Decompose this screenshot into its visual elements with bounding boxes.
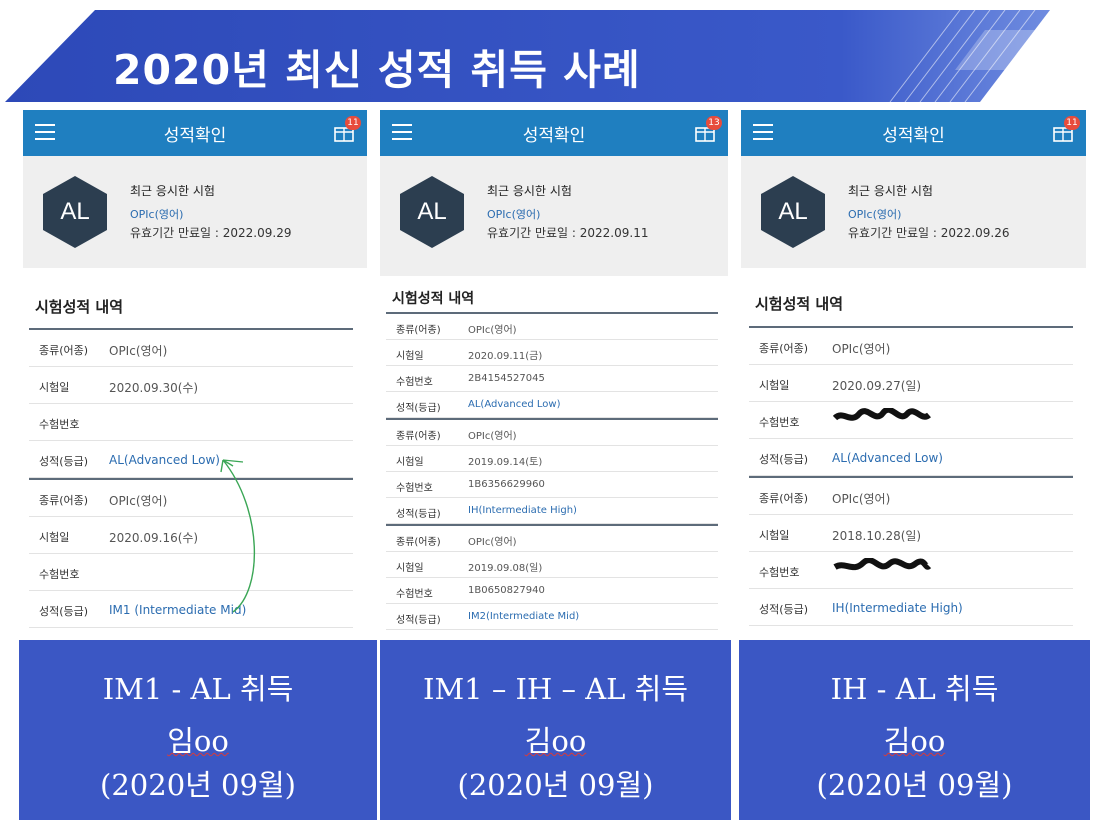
exam-name: OPIc(영어) <box>487 208 541 221</box>
progress-arrow <box>220 459 255 613</box>
table-row: 종류(어종) OPIc(영어) <box>29 330 353 367</box>
caption-date: (2020년 09월) <box>816 768 1013 802</box>
table-row: 성적(등급) AL(Advanced Low) <box>29 441 353 478</box>
redaction-scribble <box>833 408 931 421</box>
table-row: 수험번호 1B0650827940 <box>386 578 718 604</box>
notification-badge: 11 <box>345 116 361 130</box>
app-bar: 성적확인 11 <box>741 110 1086 156</box>
caption-grade-path: IM1 – IH – AL 취득 <box>423 672 688 706</box>
score-panel-2: 성적확인 13 AL 최근 응시한 시험 OPIc(영어) 유효기간 만료일 :… <box>380 110 728 630</box>
table-row: 종류(어종) OPIc(영어) <box>749 478 1073 515</box>
section-title: 시험성적 내역 <box>35 298 124 316</box>
app-bar: 성적확인 11 <box>23 110 367 156</box>
table-row: 시험일 2020.09.16(수) <box>29 517 353 554</box>
profile-card: AL 최근 응시한 시험 OPIc(영어) 유효기간 만료일 : 2022.09… <box>380 156 728 276</box>
notification-badge: 13 <box>706 116 722 130</box>
table-row: 시험일 2020.09.30(수) <box>29 367 353 404</box>
score-history: 종류(어종) OPIc(영어) 시험일 2020.09.11(금) 수험번호 2B41… <box>386 312 718 630</box>
table-row: 성적(등급) AL(Advanced Low) <box>749 439 1073 476</box>
table-row: 종류(어종) OPIc(영어) <box>386 420 718 446</box>
caption-grade-path: IH - AL 취득 <box>830 672 999 706</box>
table-row: 시험일 2018.10.28(일) <box>749 515 1073 552</box>
section-title: 시험성적 내역 <box>392 291 475 307</box>
avatar-grade: AL <box>417 198 447 225</box>
expiry-date: 유효기간 만료일 : 2022.09.29 <box>130 226 292 240</box>
app-bar: 성적확인 13 <box>380 110 728 156</box>
table-row: 종류(어종) OPIc(영어) <box>386 526 718 552</box>
avatar-grade: AL <box>60 198 90 225</box>
table-row: 시험일 2019.09.08(일) <box>386 552 718 578</box>
table-row: 종류(어종) OPIc(영어) <box>29 480 353 517</box>
table-row: 수험번호 1B6356629960 <box>386 472 718 498</box>
table-row: 성적(등급) AL(Advanced Low) <box>386 392 718 418</box>
app-bar-title: 성적확인 <box>882 126 945 145</box>
table-row: 성적(등급) IH(Intermediate High) <box>749 589 1073 626</box>
expiry-date: 유효기간 만료일 : 2022.09.26 <box>848 226 1010 240</box>
profile-card: AL 최근 응시한 시험 OPIc(영어) 유효기간 만료일 : 2022.09… <box>23 156 367 268</box>
table-row: 시험일 2019.09.14(토) <box>386 446 718 472</box>
caption-box-1: IM1 - AL 취득 임oo (2020년 09월) <box>19 640 377 820</box>
caption-box-3: IH - AL 취득 김oo (2020년 09월) <box>739 640 1090 820</box>
table-row: 성적(등급) IM2(Intermediate Mid) <box>386 604 718 630</box>
table-row: 성적(등급) IH(Intermediate High) <box>386 498 718 524</box>
score-panel-3: 성적확인 11 AL 최근 응시한 시험 OPIc(영어) 유효기간 만료일 :… <box>741 110 1086 630</box>
exam-name: OPIc(영어) <box>130 208 184 221</box>
table-row: 시험일 2020.09.27(일) <box>749 365 1073 402</box>
table-row: 수험번호 2B4154527045 <box>386 366 718 392</box>
caption-date: (2020년 09월) <box>457 768 654 802</box>
recent-exam-label: 최근 응시한 시험 <box>848 184 933 198</box>
expiry-date: 유효기간 만료일 : 2022.09.11 <box>487 226 649 240</box>
banner-title: 2020년 최신 성적 취득 사례 <box>113 46 641 94</box>
table-row: 수험번호 <box>749 552 1073 589</box>
table-row: 종류(어종) OPIc(영어) <box>749 328 1073 365</box>
table-row: 수험번호 <box>29 404 353 441</box>
redaction-scribble <box>833 558 932 571</box>
score-history: 종류(어종) OPIc(영어) 시험일 2020.09.30(수) 수험번호 성적(… <box>29 328 353 628</box>
app-bar-title: 성적확인 <box>163 126 227 145</box>
caption-name: 임oo <box>167 724 229 758</box>
caption-grade-path: IM1 - AL 취득 <box>102 672 294 706</box>
table-row: 수험번호 <box>749 402 1073 439</box>
profile-card: AL 최근 응시한 시험 OPIc(영어) 유효기간 만료일 : 2022.09… <box>741 156 1086 268</box>
caption-name: 김oo <box>883 724 946 758</box>
caption-name: 김oo <box>524 724 587 758</box>
table-row: 수험번호 <box>29 554 353 591</box>
section-title: 시험성적 내역 <box>755 295 844 313</box>
notification-badge: 11 <box>1064 116 1080 130</box>
table-row: 시험일 2020.09.11(금) <box>386 340 718 366</box>
caption-date: (2020년 09월) <box>100 768 296 802</box>
title-banner: 2020년 최신 성적 취득 사례 <box>5 10 1050 102</box>
table-row: 종류(어종) OPIc(영어) <box>386 314 718 340</box>
avatar-grade: AL <box>778 198 808 225</box>
exam-name: OPIc(영어) <box>848 208 902 221</box>
table-row: 성적(등급) IM1 (Intermediate Mid) <box>29 591 353 628</box>
recent-exam-label: 최근 응시한 시험 <box>130 184 215 198</box>
caption-box-2: IM1 – IH – AL 취득 김oo (2020년 09월) <box>380 640 731 820</box>
recent-exam-label: 최근 응시한 시험 <box>487 184 572 198</box>
slide: 2020년 최신 성적 취득 사례 성적확인 11 AL 최근 응시한 시험 O… <box>0 0 1109 833</box>
app-bar-title: 성적확인 <box>522 126 586 145</box>
score-history: 종류(어종) OPIc(영어) 시험일 2020.09.27(일) 수험번호 성적(… <box>749 326 1073 626</box>
score-panel-1: 성적확인 11 AL 최근 응시한 시험 OPIc(영어) 유효기간 만료일 :… <box>23 110 367 630</box>
